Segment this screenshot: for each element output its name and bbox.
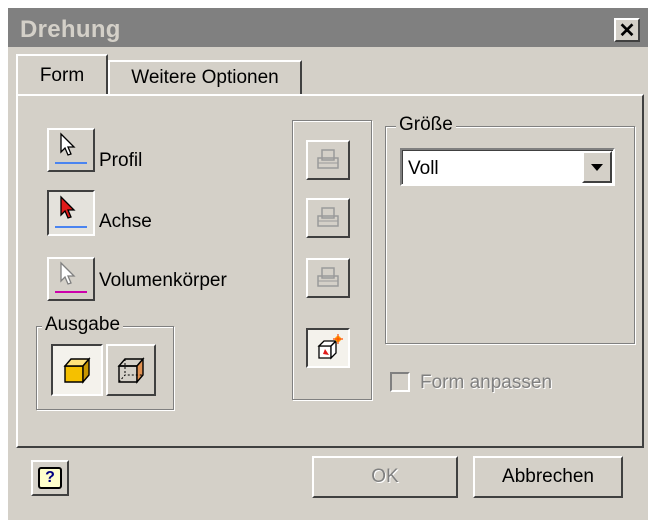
join-icon xyxy=(317,149,339,169)
abbrechen-label: Abbrechen xyxy=(502,466,594,487)
select-arrow-gray-icon xyxy=(55,261,87,293)
ok-button[interactable]: OK xyxy=(312,456,458,498)
dialog-title: Drehung xyxy=(20,16,121,43)
surface-cube-icon xyxy=(117,357,145,384)
profil-label: Profil xyxy=(99,150,143,171)
groesse-label: Größe xyxy=(396,114,456,136)
close-icon: ✕ xyxy=(618,19,636,42)
new-solid-button[interactable] xyxy=(306,328,350,368)
groesse-dropdown-button[interactable] xyxy=(582,151,612,183)
abbrechen-button[interactable]: Abbrechen xyxy=(473,456,623,498)
close-button[interactable]: ✕ xyxy=(614,18,640,42)
groesse-selected-value: Voll xyxy=(408,158,439,179)
cut-button[interactable] xyxy=(306,198,350,238)
revolve-dialog: Drehung ✕ Form Weitere Optionen Profil A… xyxy=(8,8,648,520)
title-bar: Drehung ✕ xyxy=(8,8,648,47)
ok-label: OK xyxy=(371,466,399,487)
groesse-select[interactable]: Voll xyxy=(400,148,615,186)
volumenkoerper-select-button[interactable] xyxy=(47,257,95,301)
tab-weitere-optionen[interactable]: Weitere Optionen xyxy=(108,60,302,94)
solid-cube-icon xyxy=(63,357,91,384)
intersect-icon xyxy=(317,267,339,287)
volumenkoerper-label: Volumenkörper xyxy=(99,270,227,291)
select-arrow-icon xyxy=(55,132,87,164)
join-button[interactable] xyxy=(306,140,350,180)
intersect-button[interactable] xyxy=(306,258,350,298)
tab-form-label: Form xyxy=(39,65,85,86)
output-solid-button[interactable] xyxy=(51,344,103,396)
form-anpassen-checkbox[interactable] xyxy=(390,372,410,392)
profil-select-button[interactable] xyxy=(47,128,95,172)
form-anpassen-label: Form anpassen xyxy=(420,372,553,393)
output-surface-button[interactable] xyxy=(106,344,156,396)
tab-form[interactable]: Form xyxy=(16,54,108,96)
achse-select-button[interactable] xyxy=(47,190,95,236)
cut-icon xyxy=(317,207,339,227)
new-solid-icon xyxy=(317,334,343,360)
tab-weitere-optionen-label: Weitere Optionen xyxy=(131,67,279,88)
help-icon: ? xyxy=(38,467,62,489)
select-arrow-red-icon xyxy=(55,195,87,228)
help-button[interactable]: ? xyxy=(31,460,69,496)
chevron-down-icon xyxy=(591,164,603,171)
achse-label: Achse xyxy=(99,211,152,232)
ausgabe-label: Ausgabe xyxy=(42,314,124,336)
